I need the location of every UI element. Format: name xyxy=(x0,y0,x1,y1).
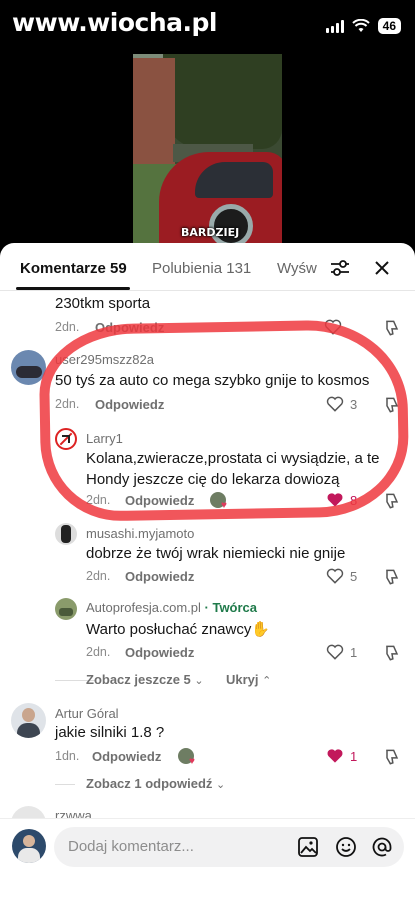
tab-likes[interactable]: Polubienia 131 xyxy=(152,260,251,277)
video-preview[interactable]: BARDZIEJ xyxy=(133,54,282,244)
comment-input[interactable]: Dodaj komentarz... xyxy=(54,827,404,867)
chevron-up-icon: ⌃ xyxy=(262,675,272,687)
comment-input-placeholder: Dodaj komentarz... xyxy=(68,838,194,855)
avatar[interactable] xyxy=(55,523,77,545)
comment-text: dobrze że twój wrak niemiecki nie gnije xyxy=(86,545,346,562)
comment-age: 2dn. xyxy=(86,569,111,583)
comment-age: 2dn. xyxy=(55,397,80,411)
like-count: 5 xyxy=(350,568,358,584)
heart-icon[interactable] xyxy=(323,317,343,337)
divider xyxy=(55,784,75,785)
comment-author[interactable]: musashi.myjamoto xyxy=(86,526,194,541)
chevron-down-icon: ⌄ xyxy=(194,675,204,687)
chevron-down-icon: ⌄ xyxy=(216,779,226,791)
emoji-icon[interactable] xyxy=(334,835,358,859)
close-icon[interactable] xyxy=(370,256,394,280)
see-more-replies-button[interactable]: Zobacz jeszcze 5 ⌄ xyxy=(86,672,204,687)
watermark: www.wiocha.pl xyxy=(12,8,217,37)
reply-button[interactable]: Odpowiedz xyxy=(92,749,161,764)
comment-author[interactable]: Artur Góral xyxy=(55,706,119,721)
creator-badge: · Twórca xyxy=(204,600,258,615)
like-count: 8 xyxy=(350,492,358,508)
see-one-label: Zobacz 1 odpowiedź xyxy=(86,776,213,791)
comment-text: 230tkm sporta xyxy=(55,295,151,312)
comment-age: 2dn. xyxy=(55,320,80,334)
like-button[interactable]: 1 xyxy=(325,642,357,662)
comment-author[interactable]: Larry1 xyxy=(86,431,123,446)
comment-text: Warto posłuchać znawcy✋ xyxy=(86,621,271,638)
reply-button[interactable]: Odpowiedz xyxy=(125,569,194,584)
dislike-icon[interactable] xyxy=(382,643,402,663)
heart-icon xyxy=(326,396,344,412)
like-button[interactable]: 8 xyxy=(325,490,357,510)
heart-filled-icon xyxy=(327,493,343,507)
reply-button[interactable]: Odpowiedz xyxy=(95,397,164,412)
like-button[interactable]: 1 xyxy=(325,746,357,766)
image-icon[interactable] xyxy=(296,835,320,859)
tab-underline xyxy=(16,287,130,290)
author-like-heart-icon: ♥ xyxy=(189,756,195,767)
like-button[interactable]: 3 xyxy=(325,394,357,414)
dislike-icon[interactable] xyxy=(382,318,402,338)
mention-icon[interactable] xyxy=(370,835,394,859)
comment-text: 50 tyś za auto co mega szybko gnije to k… xyxy=(55,372,370,389)
tab-bar: Komentarze 59 Polubienia 131 Wyśw xyxy=(0,243,415,291)
dislike-icon[interactable] xyxy=(382,747,402,767)
comment-text: jakie silniki 1.8 ? xyxy=(55,724,165,741)
reply-button[interactable]: Odpowiedz xyxy=(95,320,164,335)
author-name[interactable]: Autoprofesja.com.pl xyxy=(86,600,201,615)
tab-views[interactable]: Wyśw xyxy=(277,260,317,277)
comment-author[interactable]: user295mszz82a xyxy=(55,352,154,367)
like-count: 3 xyxy=(350,396,358,412)
dislike-icon[interactable] xyxy=(382,395,402,415)
dislike-icon[interactable] xyxy=(382,491,402,511)
heart-icon xyxy=(326,644,344,660)
tab-comments[interactable]: Komentarze 59 xyxy=(20,260,127,277)
avatar[interactable] xyxy=(11,350,46,385)
hide-replies-button[interactable]: Ukryj ⌃ xyxy=(226,672,271,687)
avatar[interactable] xyxy=(11,703,46,738)
wifi-icon xyxy=(351,19,370,32)
comment-text: Kolana,zwieracze,prostata ci wysiądzie, … xyxy=(86,450,380,488)
author-like-heart-icon: ♥ xyxy=(221,500,227,511)
like-count: 1 xyxy=(350,644,358,660)
comment-age: 1dn. xyxy=(55,749,80,763)
heart-filled-icon xyxy=(327,749,343,763)
heart-icon xyxy=(326,568,344,584)
status-bar: www.wiocha.pl 46 xyxy=(0,0,415,52)
filter-icon[interactable] xyxy=(328,256,352,280)
my-avatar xyxy=(12,829,46,863)
like-count: 1 xyxy=(350,748,358,764)
dislike-icon[interactable] xyxy=(382,567,402,587)
signal-icon xyxy=(325,19,344,33)
like-button[interactable]: 5 xyxy=(325,566,357,586)
reply-button[interactable]: Odpowiedz xyxy=(125,645,194,660)
see-one-reply-button[interactable]: Zobacz 1 odpowiedź ⌄ xyxy=(86,776,225,791)
comment-age: 2dn. xyxy=(86,645,111,659)
see-more-label: Zobacz jeszcze 5 xyxy=(86,672,191,687)
status-icons: 46 xyxy=(325,18,401,34)
comment-input-bar: Dodaj komentarz... xyxy=(0,818,415,900)
comment-age: 2dn. xyxy=(86,493,111,507)
avatar[interactable] xyxy=(55,598,77,620)
reply-button[interactable]: Odpowiedz xyxy=(125,493,194,508)
battery-indicator: 46 xyxy=(377,18,401,34)
hide-label: Ukryj xyxy=(226,672,259,687)
video-caption: BARDZIEJ xyxy=(181,226,240,239)
comment-author[interactable]: Autoprofesja.com.pl · Twórca xyxy=(86,600,257,615)
avatar[interactable] xyxy=(55,428,77,450)
